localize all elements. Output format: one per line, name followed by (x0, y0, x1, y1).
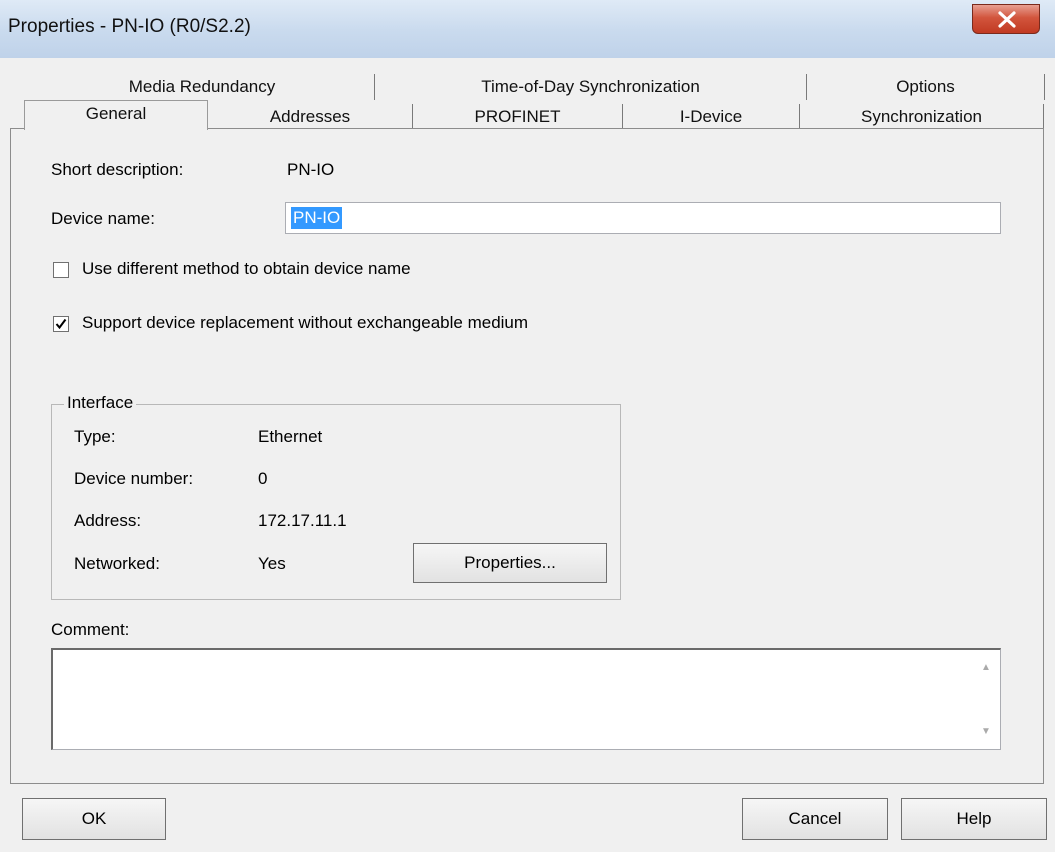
networked-label: Networked: (74, 554, 160, 573)
interface-properties-button[interactable]: Properties... (413, 543, 607, 583)
type-value: Ethernet (258, 427, 323, 446)
button-label: Cancel (788, 809, 842, 828)
short-description-label: Short description: (51, 160, 184, 179)
tab-addresses[interactable]: Addresses (208, 104, 413, 130)
tab-media-redundancy[interactable]: Media Redundancy (30, 74, 375, 100)
short-description-value: PN-IO (287, 160, 335, 179)
tab-label: Options (896, 77, 955, 96)
tab-label: Media Redundancy (128, 77, 276, 96)
tab-time-of-day-sync[interactable]: Time-of-Day Synchronization (375, 74, 807, 100)
help-button[interactable]: Help (901, 798, 1047, 840)
scroll-down-icon[interactable]: ▼ (981, 726, 991, 737)
tab-label: PROFINET (474, 107, 561, 126)
comment-label: Comment: (51, 620, 130, 639)
close-icon (998, 11, 1016, 28)
tab-label: Synchronization (861, 107, 982, 126)
button-label: Help (956, 809, 992, 828)
tab-options[interactable]: Options (807, 74, 1045, 100)
comment-textarea[interactable]: ▲ ▼ (51, 648, 1001, 750)
support-replacement-label: Support device replacement without excha… (82, 313, 529, 332)
device-name-input[interactable]: PN-IO (285, 202, 1001, 234)
tab-synchronization[interactable]: Synchronization (800, 104, 1044, 130)
device-number-value: 0 (258, 469, 268, 488)
ok-button[interactable]: OK (22, 798, 166, 840)
checkmark-icon (55, 318, 67, 330)
button-label: OK (81, 809, 107, 828)
scroll-up-icon[interactable]: ▲ (981, 662, 991, 673)
support-replacement-checkbox[interactable] (53, 316, 69, 332)
close-button[interactable] (972, 4, 1040, 34)
tab-label: Addresses (269, 107, 351, 126)
tab-label: I-Device (679, 107, 743, 126)
use-different-method-label: Use different method to obtain device na… (82, 259, 411, 278)
button-label: Properties... (464, 553, 556, 572)
tab-label: General (85, 104, 147, 123)
type-label: Type: (74, 427, 116, 446)
device-name-selected-text: PN-IO (291, 207, 343, 229)
device-number-label: Device number: (74, 469, 194, 488)
tab-general[interactable]: General (24, 100, 208, 130)
address-value: 172.17.11.1 (258, 511, 347, 530)
comment-scrollbar[interactable]: ▲ ▼ (976, 650, 1000, 749)
tab-label: Time-of-Day Synchronization (481, 77, 700, 96)
tab-i-device[interactable]: I-Device (623, 104, 800, 130)
window-title: Properties - PN-IO (R0/S2.2) (8, 16, 251, 37)
use-different-method-checkbox[interactable] (53, 262, 69, 278)
tab-profinet[interactable]: PROFINET (413, 104, 623, 130)
interface-legend: Interface (64, 393, 137, 413)
title-bar: Properties - PN-IO (R0/S2.2) (0, 0, 1055, 58)
address-label: Address: (74, 511, 142, 530)
networked-value: Yes (258, 554, 286, 573)
device-name-label: Device name: (51, 209, 155, 228)
cancel-button[interactable]: Cancel (742, 798, 888, 840)
